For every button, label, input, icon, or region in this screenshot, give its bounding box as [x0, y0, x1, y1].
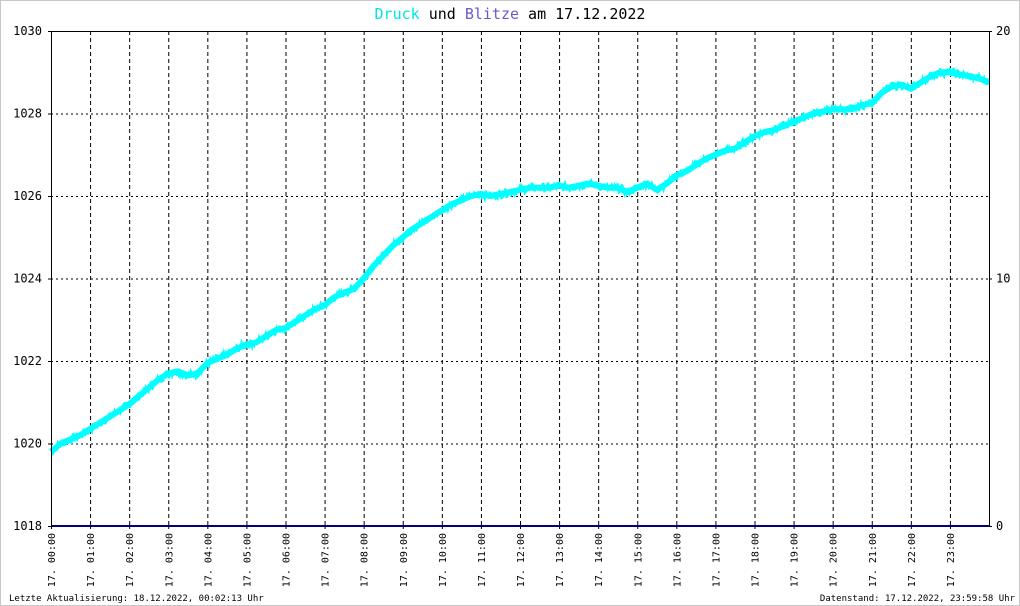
x-tick-label: 17. 13:00 [555, 533, 566, 587]
x-tick-label: 17. 06:00 [282, 533, 293, 587]
x-tick-label: 17. 23:00 [946, 533, 957, 587]
x-tick-label: 17. 05:00 [242, 533, 253, 587]
x-tick-label: 17. 18:00 [751, 533, 762, 587]
y-left-tick-label: 1028 [13, 107, 42, 121]
grid [51, 31, 989, 526]
x-tick-label: 17. 12:00 [516, 533, 527, 587]
data-status-text: Datenstand: 17.12.2022, 23:59:58 Uhr [819, 594, 1015, 604]
chart-window: Druck und Blitze am 17.12.2022 1018 1020 1… [0, 0, 1020, 606]
x-tick-label: 17. 14:00 [594, 533, 605, 587]
pressure-series-line [50, 67, 989, 457]
x-tick-label: 17. 17:00 [711, 533, 722, 587]
x-tick-label: 17. 09:00 [399, 533, 410, 587]
y-left-tick-label: 1030 [13, 24, 42, 38]
x-tick-label: 17. 04:00 [203, 533, 214, 587]
x-tick-label: 17. 16:00 [672, 533, 683, 587]
x-tick-label: 17. 10:00 [438, 533, 449, 587]
y-left-tick-label: 1026 [13, 189, 42, 203]
y-left-tick-label: 1020 [13, 437, 42, 451]
x-tick-label: 17. 11:00 [477, 533, 488, 587]
x-tick-label: 17. 02:00 [125, 533, 136, 587]
y-right-tick-label: 20 [996, 24, 1010, 38]
y-left-tick-label: 1024 [13, 272, 42, 286]
x-tick-label: 17. 22:00 [907, 533, 918, 587]
x-tick-label: 17. 00:00 [47, 533, 58, 587]
y-left-tick-label: 1022 [13, 354, 42, 368]
y-right-tick-label: 0 [996, 519, 1003, 533]
last-update-text: Letzte Aktualisierung: 18.12.2022, 00:02… [9, 594, 264, 604]
x-tick-label: 17. 01:00 [86, 533, 97, 587]
y-left-tick-label: 1018 [13, 519, 42, 533]
x-tick-label: 17. 19:00 [790, 533, 801, 587]
x-tick-label: 17. 08:00 [360, 533, 371, 587]
x-tick-label: 17. 03:00 [164, 533, 175, 587]
y-right-tick-label: 10 [996, 272, 1010, 286]
x-tick-label: 17. 21:00 [868, 533, 879, 587]
x-tick-label: 17. 07:00 [321, 533, 332, 587]
x-tick-label: 17. 20:00 [829, 533, 840, 587]
x-tick-label: 17. 15:00 [633, 533, 644, 587]
pressure-lightning-chart: 10181020102210241026102810300102017. 00:… [13, 24, 1010, 587]
